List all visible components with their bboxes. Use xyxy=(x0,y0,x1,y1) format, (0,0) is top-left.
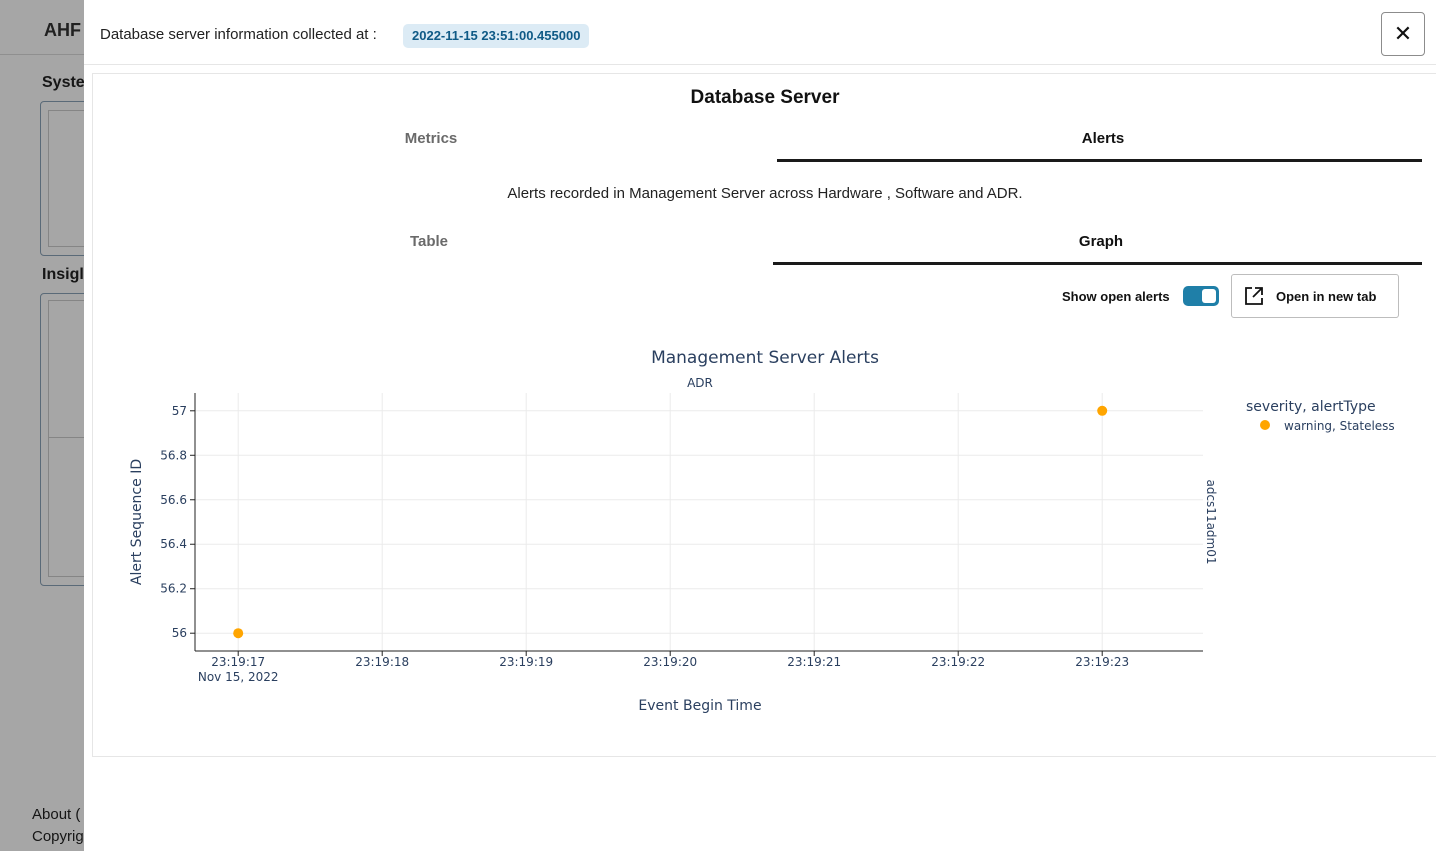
y-tick-label: 56.6 xyxy=(160,493,187,507)
alerts-scatter-chart: 56 56.2 56.4 56.6 56.8 57 23:19:17Nov 15, 202… xyxy=(129,348,1395,714)
y-tick-label: 56.8 xyxy=(160,448,187,462)
y-axis-title: Alert Sequence ID xyxy=(129,459,145,585)
data-point-marker[interactable] xyxy=(1097,405,1108,416)
x-tick-labels: 23:19:17Nov 15, 2022 23:19:18 23:19:19 23:1… xyxy=(198,651,1129,684)
y-tick-label: 57 xyxy=(172,404,187,418)
y-tick-label: 56.2 xyxy=(160,582,187,596)
database-server-modal: Database server information collected at… xyxy=(84,0,1436,851)
x-tick-label: 23:19:17 xyxy=(211,655,265,669)
x-tick-label: 23:19:21 xyxy=(787,655,841,669)
x-tick-label: 23:19:19 xyxy=(499,655,553,669)
y-tick-labels: 56 56.2 56.4 56.6 56.8 57 xyxy=(160,404,195,640)
y-tick-label: 56.4 xyxy=(160,537,187,551)
x-tick-date-label: Nov 15, 2022 xyxy=(198,670,279,684)
x-tick-label: 23:19:20 xyxy=(643,655,697,669)
y-tick-label: 56 xyxy=(172,626,187,640)
chart-legend: severity, alertType warning, Stateless xyxy=(1246,399,1395,433)
facet-row-label: adcs11adm01 xyxy=(1204,479,1218,564)
chart-title: Management Server Alerts xyxy=(651,348,879,368)
x-tick-label: 23:19:18 xyxy=(355,655,409,669)
facet-column-label: ADR xyxy=(687,376,713,390)
chart-gridlines xyxy=(195,393,1203,651)
legend-marker xyxy=(1260,420,1270,430)
legend-title: severity, alertType xyxy=(1246,399,1376,415)
x-tick-label: 23:19:22 xyxy=(931,655,985,669)
x-axis-title: Event Begin Time xyxy=(638,698,761,714)
data-point-marker[interactable] xyxy=(233,628,244,639)
x-tick-label: 23:19:23 xyxy=(1075,655,1129,669)
legend-item-warning-stateless[interactable]: warning, Stateless xyxy=(1284,419,1395,433)
